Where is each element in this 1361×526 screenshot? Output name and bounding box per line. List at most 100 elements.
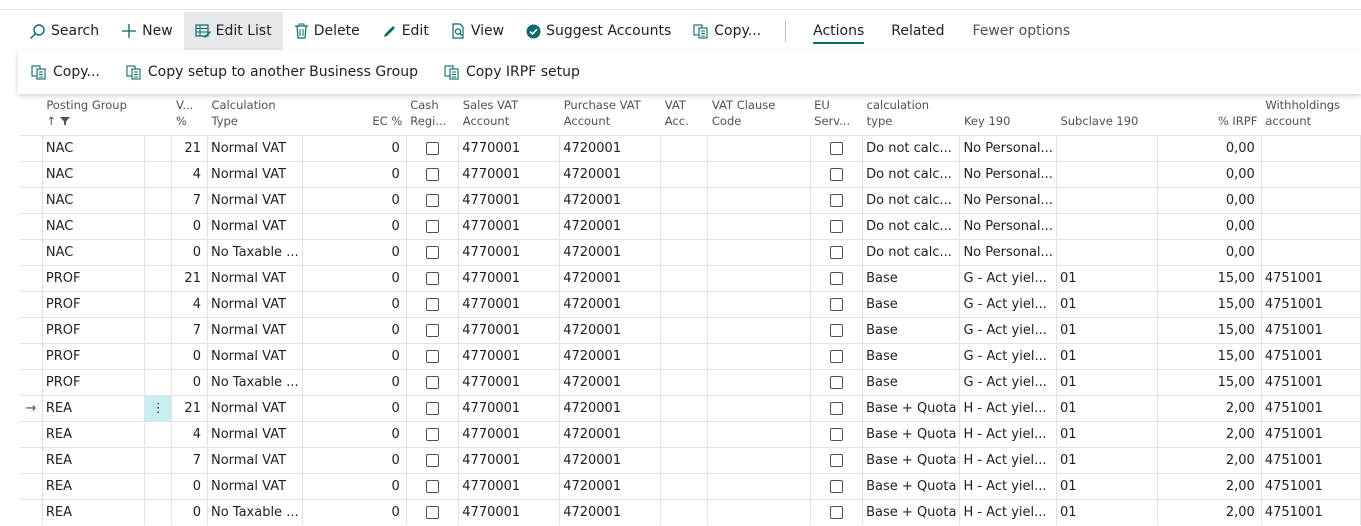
table-row[interactable]: NAC 21 Normal VAT 0 4770001 4720001 Do not cal… xyxy=(20,135,1361,162)
cell-calculation-type[interactable]: Normal VAT xyxy=(207,161,303,188)
cell-ec-pct[interactable]: 0 xyxy=(302,187,407,214)
col-vat-pct[interactable]: V...% xyxy=(172,94,207,136)
cell-irpf-pct[interactable]: 0,00 xyxy=(1157,187,1262,214)
cell-subclave-190[interactable]: 01 xyxy=(1056,395,1159,422)
cell-vat-acc[interactable] xyxy=(660,499,709,525)
cell-withholdings-account[interactable]: 4751001 xyxy=(1261,291,1361,318)
cell-vat-acc[interactable] xyxy=(660,369,709,396)
cell-key-190[interactable]: H - Act yiel... xyxy=(959,395,1057,422)
row-menu-button[interactable] xyxy=(144,447,173,474)
cell-vat-pct[interactable]: 0 xyxy=(171,213,208,240)
cell-cash-regime[interactable] xyxy=(406,187,460,214)
cell-irpf-calculation-type[interactable]: Do not calc... xyxy=(862,161,961,188)
cell-ec-pct[interactable]: 0 xyxy=(302,499,407,525)
cell-subclave-190[interactable]: 01 xyxy=(1056,291,1159,318)
cell-key-190[interactable]: G - Act yiel... xyxy=(959,369,1057,396)
cell-cash-regime[interactable] xyxy=(406,343,460,370)
cell-subclave-190[interactable] xyxy=(1056,135,1159,162)
cell-subclave-190[interactable]: 01 xyxy=(1056,421,1159,448)
checkbox[interactable] xyxy=(829,220,843,233)
cell-vat-acc[interactable] xyxy=(660,317,709,344)
cell-eu-service[interactable] xyxy=(810,213,864,240)
cell-ec-pct[interactable]: 0 xyxy=(302,395,407,422)
cell-purchase-vat-account[interactable]: 4720001 xyxy=(559,369,662,396)
cell-vat-pct[interactable]: 4 xyxy=(171,291,208,318)
cell-posting-group[interactable]: REA xyxy=(42,395,145,422)
cell-sales-vat-account[interactable]: 4770001 xyxy=(458,135,561,162)
cell-subclave-190[interactable]: 01 xyxy=(1056,265,1159,292)
cell-ec-pct[interactable]: 0 xyxy=(302,291,407,318)
checkbox[interactable] xyxy=(426,298,440,311)
cell-vat-clause-code[interactable] xyxy=(707,213,811,240)
col-withholdings-account[interactable]: Withholdings account xyxy=(1261,94,1360,136)
cell-sales-vat-account[interactable]: 4770001 xyxy=(458,239,561,266)
checkbox[interactable] xyxy=(829,454,843,467)
table-row[interactable]: REA 0 Normal VAT 0 4770001 4720001 Base + Quot… xyxy=(20,473,1361,500)
cell-subclave-190[interactable]: 01 xyxy=(1056,317,1159,344)
submenu-copy-setup[interactable]: Copy setup to another Business Group xyxy=(113,50,431,94)
cell-cash-regime[interactable] xyxy=(406,317,460,344)
cell-cash-regime[interactable] xyxy=(406,473,460,500)
cell-subclave-190[interactable] xyxy=(1056,239,1159,266)
cell-vat-pct[interactable]: 0 xyxy=(171,499,208,525)
col-purchase-vat-account[interactable]: Purchase VAT Account xyxy=(560,94,661,136)
cell-eu-service[interactable] xyxy=(810,187,864,214)
cell-posting-group[interactable]: REA xyxy=(42,499,145,525)
col-cash-regime[interactable]: Cash Regi... xyxy=(406,94,459,136)
cell-withholdings-account[interactable]: 4751001 xyxy=(1261,421,1361,448)
cell-eu-service[interactable] xyxy=(810,135,864,162)
cell-irpf-calculation-type[interactable]: Base xyxy=(862,265,961,292)
cell-withholdings-account[interactable]: 4751001 xyxy=(1261,447,1361,474)
cell-ec-pct[interactable]: 0 xyxy=(302,473,407,500)
cell-cash-regime[interactable] xyxy=(406,421,460,448)
cell-eu-service[interactable] xyxy=(810,239,864,266)
cell-vat-acc[interactable] xyxy=(660,473,709,500)
cell-withholdings-account[interactable] xyxy=(1261,213,1361,240)
row-menu-button[interactable] xyxy=(144,265,173,292)
cell-cash-regime[interactable] xyxy=(406,239,460,266)
cell-posting-group[interactable]: PROF xyxy=(42,317,145,344)
checkbox[interactable] xyxy=(829,194,843,207)
row-menu-button[interactable] xyxy=(144,291,173,318)
table-row[interactable]: NAC 4 Normal VAT 0 4770001 4720001 Do not calc… xyxy=(20,161,1361,188)
cell-vat-pct[interactable]: 4 xyxy=(171,161,208,188)
cell-posting-group[interactable]: REA xyxy=(42,473,145,500)
cell-posting-group[interactable]: NAC xyxy=(42,135,145,162)
cell-vat-acc[interactable] xyxy=(660,187,709,214)
col-key-190[interactable]: Key 190 xyxy=(960,94,1056,136)
cell-key-190[interactable]: No Personal... xyxy=(959,135,1057,162)
cell-vat-clause-code[interactable] xyxy=(707,499,811,525)
cell-irpf-pct[interactable]: 2,00 xyxy=(1157,499,1262,525)
row-menu-button[interactable] xyxy=(144,369,173,396)
cell-irpf-pct[interactable]: 2,00 xyxy=(1157,473,1262,500)
cell-ec-pct[interactable]: 0 xyxy=(302,135,407,162)
cell-eu-service[interactable] xyxy=(810,447,864,474)
cell-key-190[interactable]: H - Act yiel... xyxy=(959,421,1057,448)
cell-purchase-vat-account[interactable]: 4720001 xyxy=(559,291,662,318)
cell-cash-regime[interactable] xyxy=(406,135,460,162)
cell-irpf-calculation-type[interactable]: Base xyxy=(862,369,961,396)
cell-key-190[interactable]: G - Act yiel... xyxy=(959,265,1057,292)
cell-posting-group[interactable]: NAC xyxy=(42,161,145,188)
cell-irpf-pct[interactable]: 15,00 xyxy=(1157,265,1262,292)
cell-irpf-pct[interactable]: 2,00 xyxy=(1157,395,1262,422)
cell-sales-vat-account[interactable]: 4770001 xyxy=(458,421,561,448)
cell-vat-clause-code[interactable] xyxy=(707,317,811,344)
cell-subclave-190[interactable] xyxy=(1056,161,1159,188)
col-sales-vat-account[interactable]: Sales VAT Account xyxy=(459,94,560,136)
cell-vat-clause-code[interactable] xyxy=(707,265,811,292)
cell-irpf-calculation-type[interactable]: Do not calc... xyxy=(862,213,961,240)
cell-cash-regime[interactable] xyxy=(406,213,460,240)
col-posting-group[interactable]: Posting Group ↑ xyxy=(42,94,172,136)
table-row[interactable]: PROF 0 No Taxable ... 0 4770001 4720001 Base G … xyxy=(20,369,1361,396)
cell-eu-service[interactable] xyxy=(810,161,864,188)
checkbox[interactable] xyxy=(426,428,440,441)
cell-irpf-pct[interactable]: 15,00 xyxy=(1157,317,1262,344)
row-menu-button[interactable] xyxy=(144,213,173,240)
cell-posting-group[interactable]: REA xyxy=(42,421,145,448)
cell-cash-regime[interactable] xyxy=(406,499,460,525)
cell-irpf-pct[interactable]: 15,00 xyxy=(1157,343,1262,370)
cell-posting-group[interactable]: PROF xyxy=(42,343,145,370)
checkbox[interactable] xyxy=(426,194,440,207)
cell-posting-group[interactable]: PROF xyxy=(42,291,145,318)
